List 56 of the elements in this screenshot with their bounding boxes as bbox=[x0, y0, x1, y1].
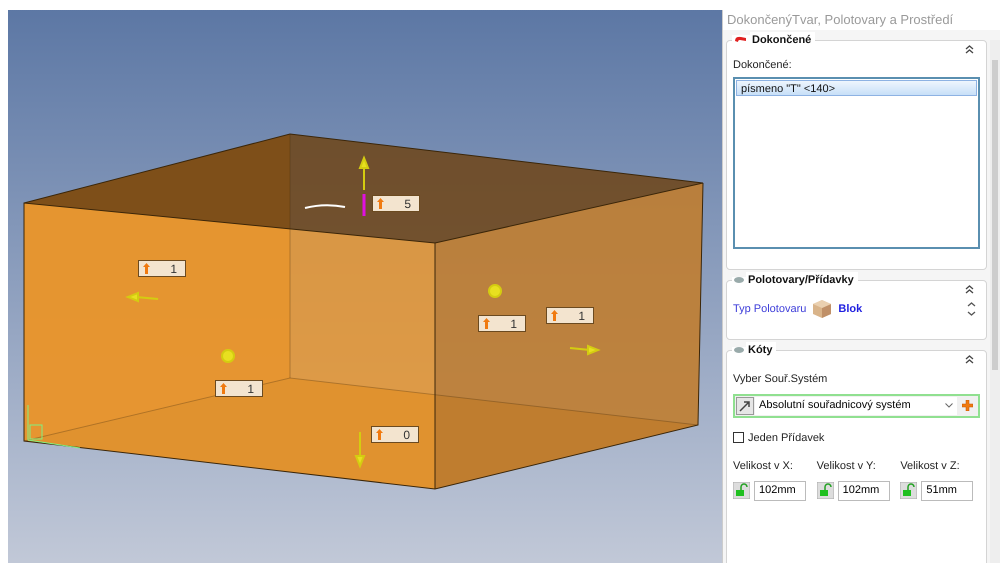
finished-list[interactable]: písmeno "T" <140> bbox=[733, 77, 980, 249]
panel-title: DokončenýTvar, Polotovary a Prostředí bbox=[723, 10, 1000, 30]
direction-arrow[interactable] bbox=[570, 344, 601, 356]
arrow-up-icon bbox=[483, 318, 490, 329]
section-title: Polotovary/Přídavky bbox=[746, 272, 858, 288]
direction-marker[interactable] bbox=[221, 349, 235, 363]
size-label: Velikost v Y: bbox=[816, 459, 877, 474]
3d-viewport[interactable]: 5 1 1 1 1 0 bbox=[8, 10, 722, 563]
box-icon bbox=[812, 299, 832, 319]
add-icon[interactable] bbox=[962, 400, 973, 411]
arrow-up-icon bbox=[377, 198, 384, 209]
list-item[interactable]: písmeno "T" <140> bbox=[736, 80, 977, 96]
stock-type-link[interactable]: Typ Polotovaru bbox=[733, 300, 806, 318]
lock-icon[interactable] bbox=[733, 482, 750, 499]
allowance-value: 1 bbox=[247, 380, 255, 398]
list-label: Dokončené: bbox=[733, 58, 793, 72]
allowance-value: 1 bbox=[578, 308, 586, 324]
direction-marker[interactable] bbox=[488, 284, 502, 298]
arrow-up-icon bbox=[220, 383, 227, 394]
checkbox-label: Jeden Přídavek bbox=[748, 430, 824, 446]
allowance-label[interactable]: 0 bbox=[371, 426, 419, 443]
size-input[interactable]: 102mm bbox=[754, 480, 806, 500]
chevron-down-icon bbox=[945, 403, 953, 408]
allowance-label[interactable]: 1 bbox=[546, 307, 594, 324]
size-input[interactable]: 102mm bbox=[838, 480, 890, 500]
allowance-value: 1 bbox=[510, 316, 518, 332]
section-title: Kóty bbox=[746, 342, 776, 358]
size-label: Velikost v Z: bbox=[900, 459, 961, 474]
eye-icon[interactable] bbox=[734, 277, 744, 283]
arrow-up-icon bbox=[376, 429, 383, 440]
checkbox[interactable] bbox=[733, 432, 744, 444]
size-input[interactable]: 51mm bbox=[921, 480, 974, 500]
collapse-icon[interactable] bbox=[965, 285, 974, 294]
allowance-label[interactable]: 5 bbox=[372, 195, 420, 212]
stock-type-value[interactable]: Blok bbox=[838, 300, 862, 318]
lock-icon[interactable] bbox=[816, 482, 834, 499]
allowance-value: 1 bbox=[170, 260, 178, 278]
collapse-icon[interactable] bbox=[965, 44, 974, 54]
lock-icon[interactable] bbox=[900, 482, 918, 499]
allowance-label[interactable]: 1 bbox=[478, 315, 526, 332]
direction-arrow[interactable] bbox=[358, 155, 370, 190]
allowance-value: 0 bbox=[403, 426, 411, 444]
collapse-icon[interactable] bbox=[965, 355, 974, 364]
spin-icon[interactable] bbox=[967, 300, 976, 318]
allowance-label[interactable]: 1 bbox=[215, 380, 263, 397]
cs-dropdown[interactable]: Absolutní souřadnicový systém bbox=[755, 396, 957, 414]
axis-triad-icon bbox=[28, 404, 80, 448]
eye-icon[interactable] bbox=[734, 347, 744, 353]
scrollbar[interactable] bbox=[990, 40, 1000, 563]
size-label: Velikost v X: bbox=[733, 459, 794, 474]
allowance-label[interactable]: 1 bbox=[138, 260, 186, 277]
allowance-value: 5 bbox=[404, 196, 412, 212]
cs-label: Vyber Souř.Systém bbox=[733, 372, 828, 387]
cs-selector[interactable]: Absolutní souřadnicový systém bbox=[733, 394, 980, 418]
arrow-up-icon bbox=[143, 263, 150, 274]
arrow-up-icon bbox=[551, 310, 558, 321]
